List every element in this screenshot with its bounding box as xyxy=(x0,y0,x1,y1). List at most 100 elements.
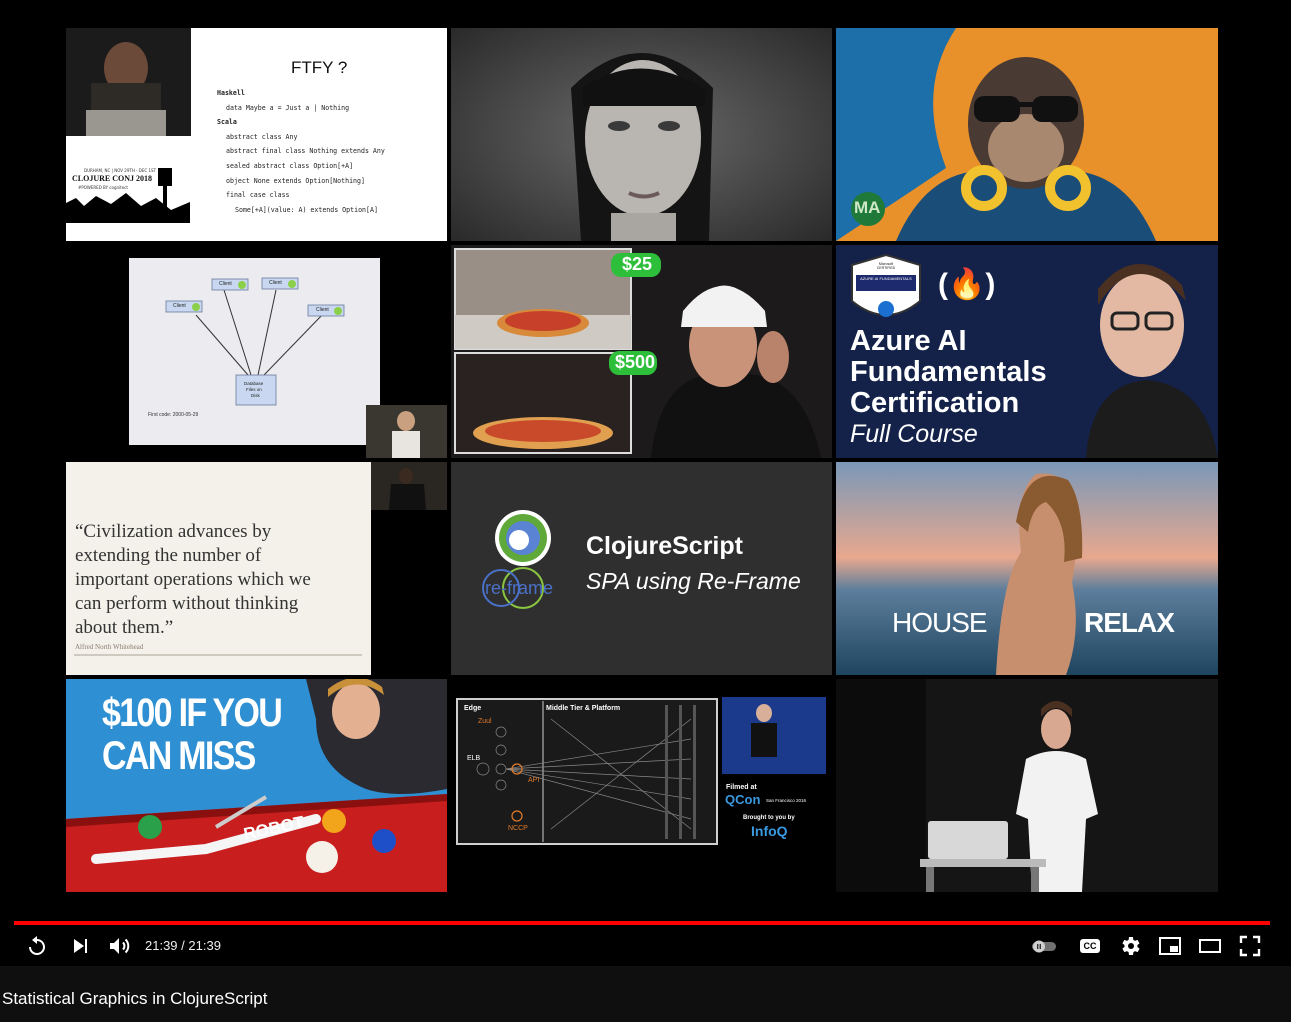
arch-label-elb: ELB xyxy=(467,755,481,762)
channel-badge: MA xyxy=(854,198,881,217)
end-screen-video-11[interactable]: Edge Zuul ELB API NCCP Middle Tier & Pla… xyxy=(451,679,832,892)
code-line: Some[+A](value: A) extends Option[A] xyxy=(235,205,378,214)
end-screen-video-8[interactable]: re-frame ClojureScript SPA using Re-Fram… xyxy=(451,462,832,675)
arch-label-zuul: Zuul xyxy=(478,718,492,725)
house-relax-thumbnail-art xyxy=(836,462,1218,675)
quote-line: can perform without thinking xyxy=(75,593,299,614)
time-total: 21:39 xyxy=(188,938,221,953)
fcc-logo: (🔥) xyxy=(938,268,996,301)
code-line: abstract class Any xyxy=(226,132,298,141)
speaker-thumbnail-art xyxy=(836,679,1098,892)
miniplayer-button[interactable] xyxy=(1150,926,1190,966)
infoq-logo: InfoQ xyxy=(751,823,788,839)
end-screen-video-2[interactable] xyxy=(451,28,832,241)
code-line: object None extends Option[Nothing] xyxy=(226,176,365,185)
azure-title-line: Azure AI xyxy=(850,325,967,357)
quote-line: important operations which we xyxy=(75,569,311,590)
fullscreen-button[interactable] xyxy=(1230,926,1270,966)
end-screen-video-7[interactable]: “Civilization advances by extending the … xyxy=(66,462,447,675)
quote-line: about them.” xyxy=(75,617,174,638)
volume-icon xyxy=(110,938,130,954)
arch-label-edge: Edge xyxy=(464,705,482,712)
theater-icon xyxy=(1199,939,1221,953)
diagram-client: Client xyxy=(219,281,232,287)
time-separator: / xyxy=(181,938,185,953)
autoplay-toggle[interactable] xyxy=(1024,926,1064,966)
end-screen-video-9[interactable]: HOUSE RELAX xyxy=(836,462,1218,675)
video-player[interactable]: DURHAM, NC | NOV 29TH - DEC 1ST CLOJURE … xyxy=(0,0,1291,966)
code-line: Scala xyxy=(217,118,237,127)
client-db-diagram-art xyxy=(129,258,447,458)
code-line: sealed abstract class Option[+A] xyxy=(226,161,354,170)
cert-badge-top: Microsoft CERTIFIED xyxy=(876,262,896,270)
captions-icon: CC xyxy=(1080,939,1100,953)
conj-sub-text: DURHAM, NC | NOV 29TH - DEC 1ST xyxy=(84,168,157,173)
azure-title-line: Full Course xyxy=(850,420,978,448)
end-screen-video-3[interactable]: MA xyxy=(836,28,1218,241)
code-line: final case class xyxy=(226,191,290,200)
end-screen-video-10[interactable]: $100 IF YOU CAN MISS ROBOT xyxy=(66,679,447,892)
diagram-db-label: Database xyxy=(244,381,264,386)
captions-button[interactable]: CC xyxy=(1070,926,1110,966)
azure-title-line: Fundamentals xyxy=(850,356,1047,388)
next-button[interactable] xyxy=(60,926,100,966)
diagram-client: Client xyxy=(316,307,329,313)
end-screen-video-4[interactable]: Client Client Client Client Database Fil… xyxy=(66,245,447,458)
pool-title-line: CAN MISS xyxy=(102,734,256,778)
arch-label-api: API xyxy=(528,777,540,784)
slide-code: Haskell data Maybe a = Just a | Nothing … xyxy=(217,86,385,217)
player-controls: 21:39 / 21:39 CC xyxy=(0,926,1291,966)
price-badge: $500 xyxy=(615,352,656,372)
cert-badge-mid: AZURE AI FUNDAMENTALS xyxy=(860,276,912,281)
end-screen-video-5[interactable]: $25 $500 xyxy=(451,245,832,458)
autoplay-toggle-icon xyxy=(1032,940,1056,953)
replay-button[interactable] xyxy=(17,926,57,966)
reframe-logo-word: re-frame xyxy=(485,578,554,598)
conj-powered-text: #POWERED BY cognitect xyxy=(78,185,128,190)
slide-title: FTFY ? xyxy=(291,58,348,77)
brought-by-text: Brought to you by xyxy=(743,815,795,821)
pool-title-line: $100 IF YOU xyxy=(102,691,283,735)
miniplayer-icon xyxy=(1159,937,1181,955)
code-line: Haskell xyxy=(217,89,245,97)
code-line: abstract final class Nothing extends Any xyxy=(226,147,385,156)
diagram-db-label: Disk xyxy=(251,393,260,398)
diagram-client: Client xyxy=(269,280,282,286)
code-line: data Maybe a = Just a | Nothing xyxy=(226,103,350,112)
quote-line: “Civilization advances by xyxy=(75,521,272,542)
time-current: 21:39 xyxy=(145,938,178,953)
end-screen-video-6[interactable]: Microsoft CERTIFIED AZURE AI FUNDAMENTAL… xyxy=(836,245,1218,458)
quote-author: Alfred North Whitehead xyxy=(75,643,144,651)
fullscreen-icon xyxy=(1239,935,1261,957)
captions-label: CC xyxy=(1083,941,1097,951)
filmed-at-text: Filmed at xyxy=(726,784,757,791)
portrait-thumbnail-art xyxy=(451,28,832,241)
end-screen-video-12[interactable] xyxy=(836,679,1218,892)
replay-icon xyxy=(29,936,45,955)
volume-button[interactable] xyxy=(99,926,139,966)
architecture-thumbnail-art xyxy=(456,697,826,845)
quote-text: “Civilization advances by extending the … xyxy=(75,520,311,640)
conj-name-text: CLOJURE CONJ 2018 xyxy=(72,174,153,183)
qcon-logo: QCon xyxy=(725,792,761,807)
azure-title-line: Certification xyxy=(850,387,1020,419)
diagram-client: Client xyxy=(173,303,186,309)
end-screen-video-1[interactable]: DURHAM, NC | NOV 29TH - DEC 1ST CLOJURE … xyxy=(66,28,447,241)
theater-button[interactable] xyxy=(1190,926,1230,966)
video-title: Statistical Graphics in ClojureScript xyxy=(2,989,268,1008)
house-text: HOUSE xyxy=(892,607,988,638)
quote-line: extending the number of xyxy=(75,545,262,566)
diagram-db-label: Files on xyxy=(246,387,262,392)
settings-button[interactable] xyxy=(1110,926,1150,966)
next-icon xyxy=(74,939,87,953)
progress-bar[interactable] xyxy=(14,921,1270,925)
qcon-city: San Francisco 2016 xyxy=(766,798,807,803)
arch-label-nccp: NCCP xyxy=(508,825,528,832)
cljs-title: ClojureScript xyxy=(586,532,743,560)
time-display: 21:39 / 21:39 xyxy=(145,938,221,953)
monkey-thumbnail-art xyxy=(836,28,1156,241)
price-badge: $25 xyxy=(622,254,653,274)
arch-label-middle: Middle Tier & Platform xyxy=(546,705,621,712)
gear-icon xyxy=(1122,937,1140,955)
relax-text: RELAX xyxy=(1084,607,1175,638)
